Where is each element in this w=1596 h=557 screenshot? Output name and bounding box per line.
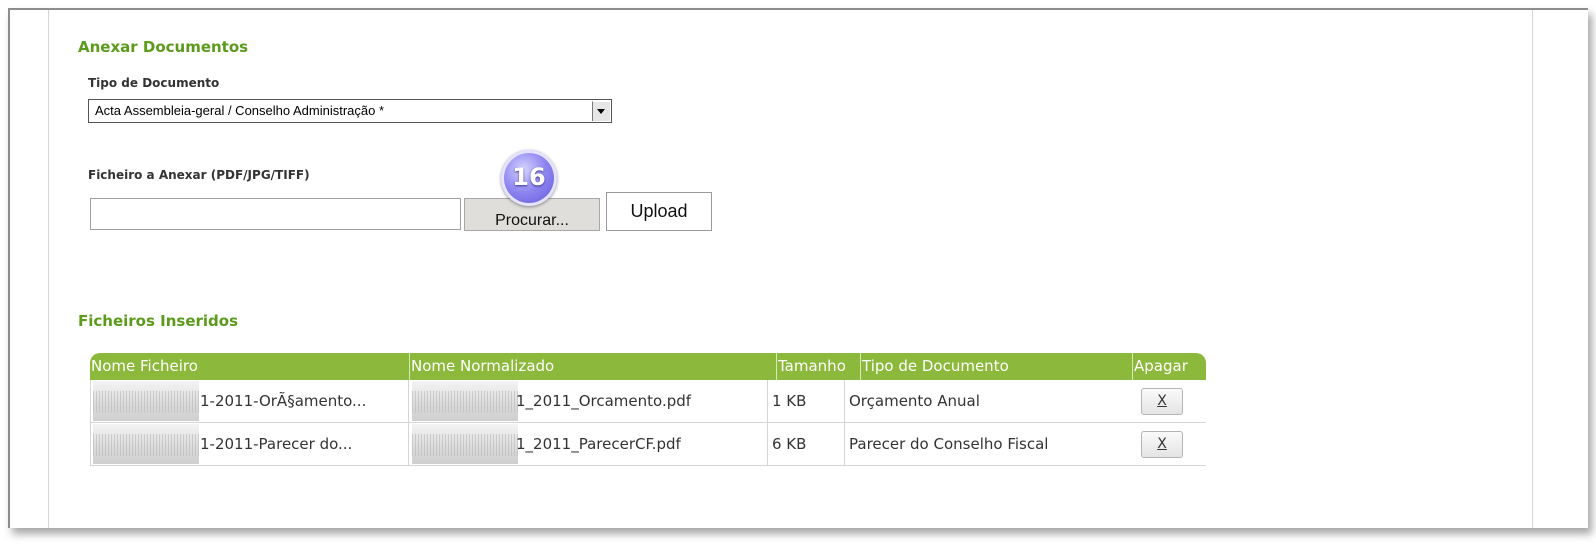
doc-type-select[interactable]: Acta Assembleia-geral / Conselho Adminis…: [88, 99, 612, 123]
normalized-name-text: 1_2011_Orcamento.pdf: [516, 392, 692, 410]
chevron-down-icon[interactable]: [592, 101, 610, 121]
size-text: 6 KB: [772, 435, 807, 453]
file-path-input[interactable]: [90, 198, 461, 230]
normalized-name-cell: 1_2011_Orcamento.pdf: [409, 380, 768, 422]
normalized-name-text: 1_2011_ParecerCF.pdf: [516, 435, 681, 453]
doc-type-label: Tipo de Documento: [88, 76, 220, 90]
file-name-cell: 1-2011-Parecer do...: [91, 423, 409, 465]
column-header-doc-type: Tipo de Documento: [860, 353, 1132, 380]
doc-type-text: Orçamento Anual: [849, 392, 980, 410]
doc-type-text: Parecer do Conselho Fiscal: [849, 435, 1049, 453]
size-cell: 1 KB: [768, 380, 845, 422]
delete-button[interactable]: X: [1141, 388, 1183, 415]
doc-type-cell: Orçamento Anual: [845, 380, 1133, 422]
size-text: 1 KB: [772, 392, 807, 410]
left-divider: [48, 10, 49, 528]
table-header: Nome Ficheiro Nome Normalizado Tamanho T…: [90, 353, 1206, 380]
inserted-files-title: Ficheiros Inseridos: [78, 312, 238, 330]
file-name-text: 1-2011-OrÃ§amento...: [200, 392, 367, 410]
doc-type-selected-value: Acta Assembleia-geral / Conselho Adminis…: [95, 103, 385, 118]
table-row: 1-2011-OrÃ§amento... 1_2011_Orcamento.pd…: [90, 380, 1206, 423]
inserted-files-table: Nome Ficheiro Nome Normalizado Tamanho T…: [90, 353, 1206, 466]
column-header-normalized-name: Nome Normalizado: [409, 353, 776, 380]
upload-button[interactable]: Upload: [606, 192, 712, 231]
doc-type-cell: Parecer do Conselho Fiscal: [845, 423, 1133, 465]
attach-section-title: Anexar Documentos: [78, 38, 249, 56]
redacted-image: [412, 424, 518, 464]
right-divider: [1532, 10, 1533, 528]
redacted-image: [93, 424, 199, 464]
delete-button[interactable]: X: [1141, 431, 1183, 458]
size-cell: 6 KB: [768, 423, 845, 465]
table-row: 1-2011-Parecer do... 1_2011_ParecerCF.pd…: [90, 423, 1206, 466]
normalized-name-cell: 1_2011_ParecerCF.pdf: [409, 423, 768, 465]
file-name-text: 1-2011-Parecer do...: [200, 435, 353, 453]
step-number-badge: 16: [501, 150, 557, 206]
file-name-cell: 1-2011-OrÃ§amento...: [91, 380, 409, 422]
content-panel: Anexar Documentos Tipo de Documento Acta…: [8, 8, 1588, 528]
column-header-file-name: Nome Ficheiro: [91, 357, 198, 375]
file-attach-label: Ficheiro a Anexar (PDF/JPG/TIFF): [88, 168, 310, 182]
redacted-image: [412, 381, 518, 421]
column-header-size: Tamanho: [776, 353, 860, 380]
column-header-delete: Apagar: [1132, 353, 1206, 380]
redacted-image: [93, 381, 199, 421]
